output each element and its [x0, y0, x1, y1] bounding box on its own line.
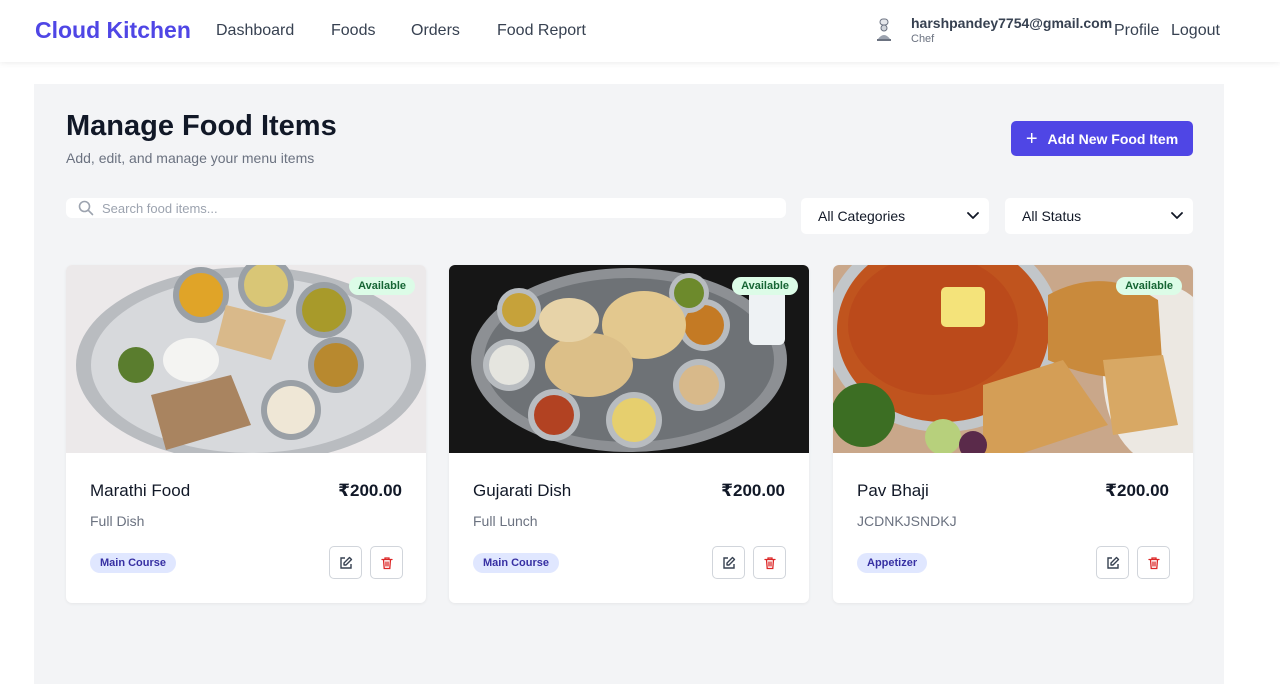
nav-link-logout[interactable]: Logout	[1171, 22, 1220, 40]
food-description: Full Lunch	[473, 513, 538, 529]
edit-button[interactable]	[1096, 546, 1129, 579]
chef-avatar-icon	[873, 18, 895, 42]
delete-button[interactable]	[753, 546, 786, 579]
edit-icon	[1106, 556, 1119, 569]
user-role: Chef	[911, 33, 935, 45]
category-badge: Main Course	[90, 553, 177, 573]
food-name: Marathi Food	[90, 481, 191, 500]
status-select[interactable]: All Status	[1005, 198, 1193, 234]
food-price: ₹200.00	[721, 481, 785, 500]
add-food-item-button[interactable]: + Add New Food Item	[1011, 121, 1193, 156]
food-name: Pav Bhaji	[857, 481, 929, 500]
trash-icon	[380, 556, 393, 569]
edit-icon	[339, 556, 352, 569]
top-navbar: Cloud Kitchen Dashboard Foods Orders Foo…	[0, 0, 1280, 62]
food-price: ₹200.00	[1105, 481, 1169, 500]
search-icon	[78, 200, 94, 216]
category-select[interactable]: All Categories	[801, 198, 989, 234]
delete-button[interactable]	[1137, 546, 1170, 579]
category-badge: Appetizer	[857, 553, 928, 573]
category-select-value: All Categories	[818, 208, 906, 224]
add-food-item-label: Add New Food Item	[1047, 130, 1179, 147]
chevron-down-icon	[1171, 212, 1183, 219]
nav-link-profile[interactable]: Profile	[1114, 22, 1159, 40]
food-description: JCDNKJSNDKJ	[857, 513, 957, 529]
food-description: Full Dish	[90, 513, 145, 529]
category-badge: Main Course	[473, 553, 560, 573]
page-subtitle: Add, edit, and manage your menu items	[66, 150, 315, 166]
search-bar[interactable]	[66, 198, 786, 218]
user-email: harshpandey7754@gmail.com	[911, 15, 1113, 31]
food-price: ₹200.00	[338, 481, 402, 500]
page-title: Manage Food Items	[66, 110, 337, 142]
chevron-down-icon	[967, 212, 979, 219]
status-badge: Available	[1116, 277, 1182, 295]
status-select-value: All Status	[1022, 208, 1082, 224]
food-card: Available Gujarati Dish ₹200.00 Full Lun…	[449, 265, 809, 603]
edit-icon	[722, 556, 735, 569]
trash-icon	[763, 556, 776, 569]
nav-link-dashboard[interactable]: Dashboard	[216, 22, 294, 40]
trash-icon	[1147, 556, 1160, 569]
nav-link-food-report[interactable]: Food Report	[497, 22, 586, 40]
status-badge: Available	[349, 277, 415, 295]
food-card: Available Marathi Food ₹200.00 Full Dish…	[66, 265, 426, 603]
brand-logo[interactable]: Cloud Kitchen	[35, 17, 191, 44]
delete-button[interactable]	[370, 546, 403, 579]
status-badge: Available	[732, 277, 798, 295]
search-input[interactable]	[102, 200, 702, 216]
plus-icon: +	[1025, 127, 1038, 150]
edit-button[interactable]	[712, 546, 745, 579]
nav-link-orders[interactable]: Orders	[411, 22, 460, 40]
food-name: Gujarati Dish	[473, 481, 572, 500]
edit-button[interactable]	[329, 546, 362, 579]
nav-link-foods[interactable]: Foods	[331, 22, 375, 40]
food-card: Available Pav Bhaji ₹200.00 JCDNKJSNDKJ …	[833, 265, 1193, 603]
